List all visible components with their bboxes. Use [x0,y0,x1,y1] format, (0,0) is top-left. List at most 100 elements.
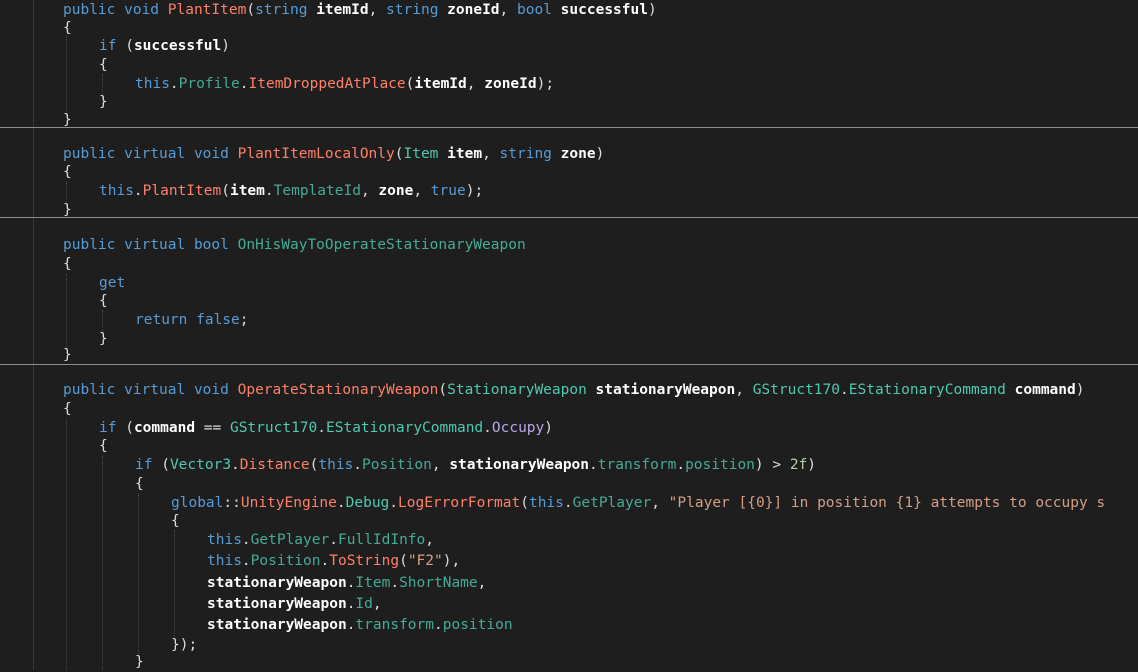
code-token-plain: { [135,476,144,492]
code-token-kw: this [135,76,170,92]
code-token-kw: virtual [124,382,194,398]
code-line[interactable]: if (command == GStruct170.EStationaryCom… [99,419,553,438]
code-line[interactable]: global::UnityEngine.Debug.LogErrorFormat… [171,494,1105,513]
code-line[interactable]: public void PlantItem(string itemId, str… [63,1,657,20]
code-token-prop: Position [250,553,321,569]
code-line[interactable]: } [63,111,72,130]
code-token-kw: if [135,457,162,473]
code-line[interactable]: public virtual bool OnHisWayToOperateSta… [63,236,526,255]
code-token-plain: . [239,76,249,92]
code-token-plain: == [195,420,230,436]
code-line[interactable]: { [171,512,180,531]
code-token-kw: this [318,457,354,473]
indent-guide [66,274,67,350]
code-line[interactable]: get [99,274,125,293]
code-token-plain: ) > [754,457,790,473]
code-line[interactable]: { [99,437,108,456]
code-line[interactable]: } [63,346,72,365]
code-token-method: LogErrorFormat [398,495,521,511]
code-token-kw: if [99,38,126,54]
code-line[interactable]: }); [171,636,197,655]
code-token-kw: this [99,183,134,199]
code-token-plain: . [390,575,400,591]
code-token-plain: ( [438,382,448,398]
code-line[interactable]: } [99,93,108,112]
code-line[interactable]: { [63,255,72,274]
code-line[interactable]: { [63,19,72,38]
code-token-plain: . [483,420,492,436]
code-token-kw: get [99,275,126,291]
code-line[interactable]: { [99,292,108,311]
code-line[interactable]: stationaryWeapon.transform.position [207,616,513,635]
code-editor[interactable]: public void PlantItem(string itemId, str… [0,0,1138,670]
code-line[interactable]: { [135,475,144,494]
code-token-plain: , [477,575,487,591]
code-token-plain: } [63,347,72,363]
code-token-kw: if [99,420,126,436]
code-token-plain: } [99,331,108,347]
code-token-num: 2f [789,457,808,473]
code-token-type: StationaryWeapon [447,382,596,398]
code-token-plain: . [231,457,240,473]
code-token-plain: . [353,457,363,473]
code-line[interactable]: this.PlantItem(item.TemplateId, zone, tr… [99,182,483,201]
code-token-kw: public [63,237,125,253]
code-token-method: PlantItem [167,2,247,18]
code-line[interactable]: this.GetPlayer.FullIdInfo, [207,531,434,550]
code-line[interactable]: public virtual void PlantItemLocalOnly(I… [63,145,604,164]
code-token-kw: string [255,2,317,18]
code-token-param: item [447,146,483,162]
code-token-plain: , [372,596,382,612]
code-token-prop: FullIdInfo [337,532,426,548]
code-token-kw: void [193,382,238,398]
code-token-param: item [229,183,265,199]
code-token-plain: }); [171,637,198,653]
code-token-param: command [133,420,196,436]
code-line[interactable]: if (successful) [99,37,230,56]
code-token-plain: . [676,457,686,473]
code-line[interactable]: } [99,330,108,349]
code-line[interactable]: this.Position.ToString("F2"), [207,552,460,571]
code-token-plain: ) [221,38,230,54]
code-line[interactable]: public virtual void OperateStationaryWea… [63,381,1084,400]
code-token-method: PlantItemLocalOnly [237,146,395,162]
code-token-prop: transform [355,617,434,633]
code-token-prop: TemplateId [273,183,361,199]
code-token-type: Item [403,146,448,162]
code-token-plain: , [425,532,435,548]
code-token-prop: GetPlayer [572,495,652,511]
code-token-plain: , [360,183,379,199]
code-line[interactable]: if (Vector3.Distance(this.Position, stat… [135,456,816,475]
code-line[interactable]: stationaryWeapon.Id, [207,595,382,614]
code-line[interactable]: this.Profile.ItemDroppedAtPlace(itemId, … [135,75,554,94]
code-token-param: stationaryWeapon [207,617,347,633]
code-token-plain: ( [520,495,529,511]
code-token-type: GStruct170 [752,382,841,398]
code-token-str: "F2" [407,553,443,569]
code-token-method: UnityEngine [240,495,337,511]
code-token-plain: ); [465,183,484,199]
code-token-str: "Player [{0}] in position {1} attempts t… [668,495,1106,511]
code-line[interactable]: } [135,653,144,672]
code-token-kw: global [171,495,224,511]
code-token-plain: , [466,76,485,92]
indent-guide [102,456,103,670]
code-token-type: EStationaryCommand [326,420,484,436]
code-token-param: stationaryWeapon [449,457,590,473]
code-token-plain: ; [239,312,249,328]
code-line[interactable]: } [63,201,72,220]
code-token-prop: transform [597,457,677,473]
code-token-prop: Profile [178,76,240,92]
code-token-param: command [1014,382,1076,398]
code-token-plain: { [63,164,72,180]
code-line[interactable]: { [99,56,108,75]
code-token-plain: ( [125,420,134,436]
code-token-prop: GetPlayer [250,532,330,548]
code-token-plain: , [651,495,669,511]
code-line[interactable]: { [63,163,72,182]
code-line[interactable]: stationaryWeapon.Item.ShortName, [207,574,486,593]
code-token-plain: . [434,617,443,633]
code-line[interactable]: return false; [135,311,249,330]
code-line[interactable]: { [63,400,72,419]
code-token-kw: public [63,2,125,18]
